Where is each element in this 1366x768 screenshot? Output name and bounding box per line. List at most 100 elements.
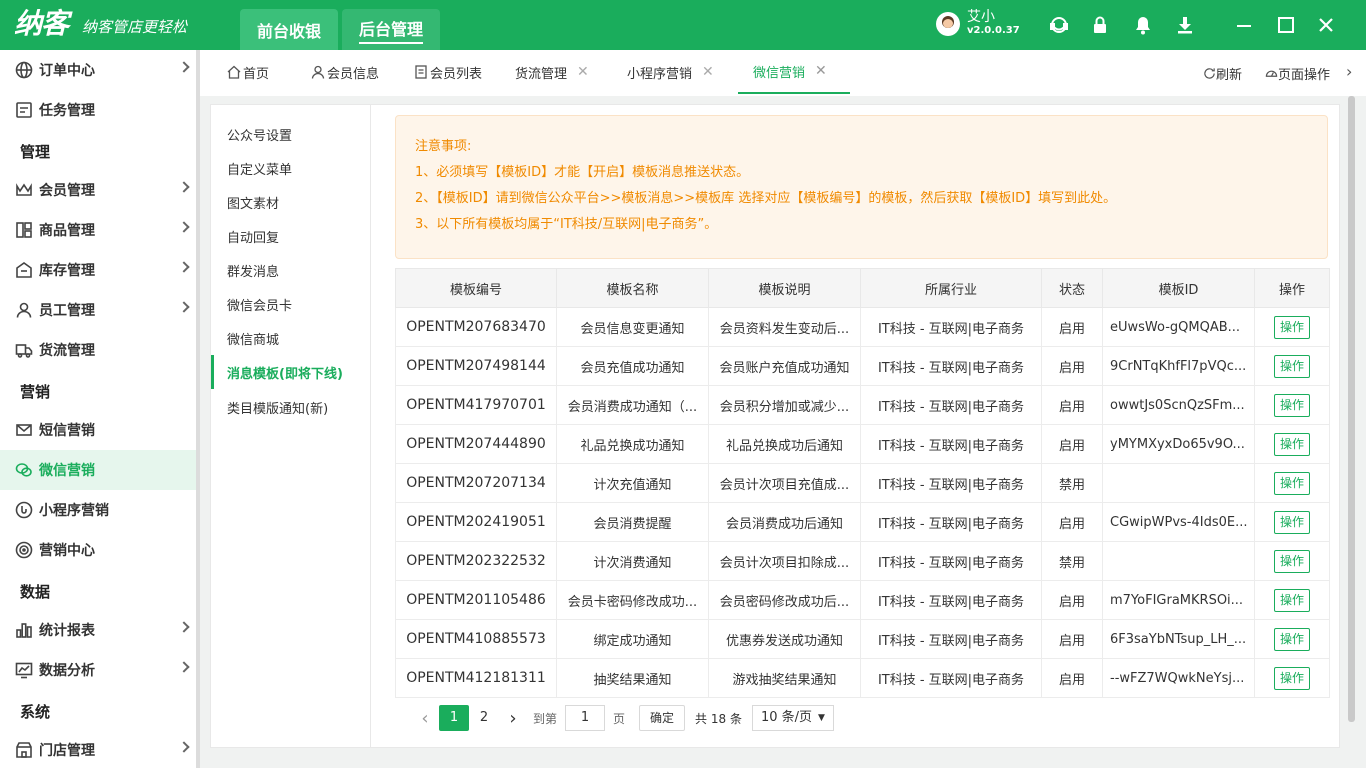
page-number-current[interactable]: 1 bbox=[439, 705, 469, 731]
operate-button[interactable]: 操作 bbox=[1274, 510, 1310, 534]
top-tab-front-cashier[interactable]: 前台收银 bbox=[240, 9, 338, 50]
sub-menu-item[interactable]: 自动回复 bbox=[211, 219, 371, 253]
sidebar-item-goods[interactable]: 商品管理 bbox=[0, 210, 196, 250]
sub-menu-item[interactable]: 群发消息 bbox=[211, 253, 371, 287]
operate-button[interactable]: 操作 bbox=[1274, 315, 1310, 339]
sub-menu-item[interactable]: 公众号设置 bbox=[211, 117, 371, 151]
main-scrollbar[interactable] bbox=[1348, 96, 1355, 722]
tab-wechat-marketing[interactable]: 微信营销 ✕ bbox=[738, 50, 850, 94]
operate-button[interactable]: 操作 bbox=[1274, 588, 1310, 612]
table-cell: OPENTM207207134 bbox=[395, 463, 557, 503]
page-number[interactable]: 2 bbox=[469, 705, 499, 731]
sidebar-item-label: 库存管理 bbox=[39, 263, 95, 279]
goto-confirm-button[interactable]: 确定 bbox=[639, 705, 686, 731]
tab-label: 微信营销 bbox=[753, 65, 806, 81]
sub-menu-item[interactable]: 图文素材 bbox=[211, 185, 371, 219]
bell-icon[interactable] bbox=[1132, 14, 1154, 36]
minimize-icon[interactable] bbox=[1233, 14, 1255, 36]
sidebar-item-miniapp[interactable]: 小程序营销 bbox=[0, 490, 196, 530]
table-cell-action: 操作 bbox=[1254, 424, 1330, 464]
sub-menu-item[interactable]: 自定义菜单 bbox=[211, 151, 371, 185]
tab-member-info[interactable]: 会员信息 bbox=[310, 50, 379, 94]
download-icon[interactable] bbox=[1174, 14, 1196, 36]
top-tab-label: 后台管理 bbox=[358, 16, 423, 44]
sub-menu-item[interactable]: 微信会员卡 bbox=[211, 287, 371, 321]
table-cell: OPENTM207498144 bbox=[395, 346, 557, 386]
sidebar-item-logistics[interactable]: 货流管理 bbox=[0, 330, 196, 370]
analysis-icon bbox=[14, 660, 34, 680]
refresh-button[interactable]: 刷新 bbox=[1203, 64, 1242, 83]
close-icon[interactable] bbox=[1315, 14, 1337, 36]
sidebar-item-tasks[interactable]: 任务管理 bbox=[0, 90, 196, 130]
chevron-right-icon bbox=[178, 301, 190, 313]
refresh-label: 刷新 bbox=[1216, 68, 1243, 83]
operate-button[interactable]: 操作 bbox=[1274, 471, 1310, 495]
table-cell: OPENTM410885573 bbox=[395, 619, 557, 659]
operate-button[interactable]: 操作 bbox=[1274, 627, 1310, 651]
top-tab-back-office[interactable]: 后台管理 bbox=[342, 9, 440, 50]
operate-button[interactable]: 操作 bbox=[1274, 393, 1310, 417]
chevron-right-icon bbox=[178, 261, 190, 273]
sidebar-item-label: 小程序营销 bbox=[39, 503, 109, 519]
nav-group-title: 数据 bbox=[20, 583, 51, 601]
table-cell: OPENTM207683470 bbox=[395, 307, 557, 347]
tabs-scroll-right-icon[interactable]: › bbox=[1346, 62, 1352, 81]
next-page-button[interactable]: › bbox=[499, 708, 527, 729]
sidebar-item-wechat[interactable]: 微信营销 bbox=[0, 450, 196, 490]
operate-button[interactable]: 操作 bbox=[1274, 666, 1310, 690]
headset-icon[interactable] bbox=[1048, 14, 1070, 36]
sidebar-item-reports[interactable]: 统计报表 bbox=[0, 610, 196, 650]
tab-miniapp-marketing[interactable]: 小程序营销 ✕ bbox=[627, 50, 714, 94]
sidebar-item-label: 数据分析 bbox=[39, 663, 95, 679]
sidebar-scrollbar[interactable] bbox=[196, 50, 200, 768]
sub-menu-item-active[interactable]: 消息模板(即将下线) bbox=[211, 355, 371, 389]
truck-icon bbox=[14, 340, 34, 360]
sidebar-item-orders[interactable]: 订单中心 bbox=[0, 50, 196, 90]
sidebar-item-members[interactable]: 会员管理 bbox=[0, 170, 196, 210]
sidebar-item-stores[interactable]: 门店管理 bbox=[0, 730, 196, 768]
operate-button[interactable]: 操作 bbox=[1274, 354, 1310, 378]
template-table: 模板编号 模板名称 模板说明 所属行业 状态 模板ID 操作 OPENTM207… bbox=[395, 268, 1330, 698]
page-ops-button[interactable]: 页面操作 bbox=[1265, 64, 1330, 83]
table-cell: OPENTM412181311 bbox=[395, 658, 557, 698]
table-cell: 启用 bbox=[1041, 385, 1103, 425]
person-icon bbox=[14, 300, 34, 320]
sidebar-item-sms[interactable]: 短信营销 bbox=[0, 410, 196, 450]
page-size-select[interactable]: 10 条/页 ▼ bbox=[751, 705, 834, 731]
user-menu[interactable]: 艾小 v2.0.0.37 bbox=[936, 10, 1020, 38]
tab-label: 会员信息 bbox=[327, 66, 380, 82]
sidebar-item-stock[interactable]: 库存管理 bbox=[0, 250, 196, 290]
table-cell: 会员账户充值成功通知 bbox=[708, 346, 861, 386]
app-version: v2.0.0.37 bbox=[967, 25, 1020, 36]
table-cell bbox=[1102, 541, 1255, 581]
sidebar-item-staff[interactable]: 员工管理 bbox=[0, 290, 196, 330]
lock-icon[interactable] bbox=[1089, 14, 1111, 36]
table-cell: 禁用 bbox=[1041, 463, 1103, 503]
sub-menu-item[interactable]: 类目模版通知(新) bbox=[211, 390, 371, 424]
tab-member-list[interactable]: 会员列表 bbox=[413, 50, 482, 94]
sidebar-item-marketing-center[interactable]: 营销中心 bbox=[0, 530, 196, 570]
tab-home[interactable]: 首页 bbox=[226, 50, 269, 94]
page-ops-label: 页面操作 bbox=[1278, 68, 1331, 83]
goto-page-input[interactable]: 1 bbox=[565, 705, 606, 731]
table-cell: 会员密码修改成功后... bbox=[708, 580, 861, 620]
tab-logistics[interactable]: 货流管理 ✕ bbox=[515, 50, 589, 94]
chevron-right-icon bbox=[178, 661, 190, 673]
operate-button[interactable]: 操作 bbox=[1274, 549, 1310, 573]
prev-page-button[interactable]: ‹ bbox=[411, 708, 439, 729]
sub-menu-item[interactable]: 微信商城 bbox=[211, 321, 371, 355]
tab-close-icon[interactable]: ✕ bbox=[577, 64, 589, 80]
table-cell: IT科技 - 互联网|电子商务 bbox=[860, 385, 1042, 425]
table-row: OPENTM207207134 计次充值通知 会员计次项目充值成... IT科技 - … bbox=[395, 463, 1330, 503]
tab-close-icon[interactable]: ✕ bbox=[815, 63, 827, 79]
globe-icon bbox=[14, 60, 34, 80]
notice-title: 注意事项: bbox=[415, 139, 472, 154]
table-cell: 会员计次项目充值成... bbox=[708, 463, 861, 503]
table-cell: OPENTM202322532 bbox=[395, 541, 557, 581]
operate-button[interactable]: 操作 bbox=[1274, 432, 1310, 456]
sidebar-item-analysis[interactable]: 数据分析 bbox=[0, 650, 196, 690]
logo-slogan: 纳客管店更轻松 bbox=[82, 18, 188, 36]
tab-label: 货流管理 bbox=[515, 66, 568, 82]
maximize-icon[interactable] bbox=[1275, 14, 1297, 36]
tab-close-icon[interactable]: ✕ bbox=[702, 64, 714, 80]
